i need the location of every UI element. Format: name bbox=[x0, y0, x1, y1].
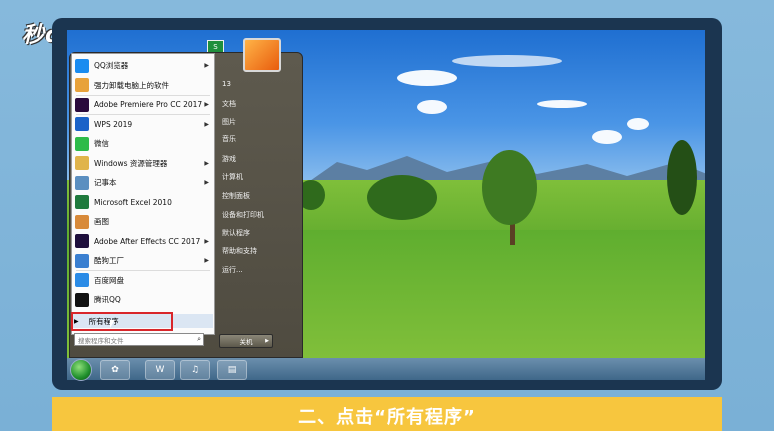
program-label: 酷狗工厂 bbox=[94, 256, 124, 265]
submenu-arrow-icon[interactable]: ▶ bbox=[204, 101, 209, 108]
shutdown-button[interactable]: 关机 ▶ bbox=[219, 334, 273, 348]
submenu-arrow-icon[interactable]: ▶ bbox=[204, 257, 209, 264]
program-label: Microsoft Excel 2010 bbox=[94, 197, 172, 207]
cloud bbox=[537, 100, 587, 108]
submenu-arrow-icon[interactable]: ▶ bbox=[204, 238, 209, 245]
premiere-icon bbox=[75, 97, 89, 112]
program-label: 微信 bbox=[94, 139, 109, 148]
all-programs-item[interactable]: ▶ 所有程序 bbox=[71, 312, 213, 331]
qq-icon bbox=[75, 292, 89, 307]
start-menu-link[interactable]: 运行... bbox=[222, 265, 243, 275]
search-icon: ⌕ bbox=[197, 335, 201, 343]
program-item[interactable]: 酷狗工厂 ▶ bbox=[72, 251, 214, 270]
factory-icon bbox=[75, 253, 89, 268]
program-item[interactable]: 腾讯QQ bbox=[72, 290, 214, 309]
start-menu-link[interactable]: 文档 bbox=[222, 99, 236, 109]
separator bbox=[76, 114, 210, 115]
program-item[interactable]: 微信 bbox=[72, 134, 214, 153]
folder-taskbar-icon[interactable]: ▤ bbox=[217, 360, 247, 380]
start-menu-link[interactable]: 图片 bbox=[222, 117, 236, 127]
program-item[interactable]: WPS 2019 ▶ bbox=[72, 115, 214, 134]
user-avatar[interactable] bbox=[243, 38, 281, 72]
tree bbox=[367, 175, 437, 220]
highlight-box bbox=[71, 312, 173, 331]
program-item[interactable]: Adobe After Effects CC 2017 ▶ bbox=[72, 232, 214, 251]
start-menu-link[interactable]: 默认程序 bbox=[222, 228, 250, 238]
program-label: 强力卸载电脑上的软件 bbox=[94, 80, 169, 90]
wps-icon bbox=[75, 117, 89, 131]
program-label: Windows 资源管理器 bbox=[94, 158, 168, 168]
program-label: 画图 bbox=[94, 217, 109, 226]
baidu-netdisk-icon bbox=[75, 273, 89, 287]
chevron-right-icon[interactable]: ▶ bbox=[265, 338, 269, 344]
start-menu-link[interactable]: 控制面板 bbox=[222, 191, 250, 201]
cloud bbox=[397, 70, 457, 86]
program-label: Adobe Premiere Pro CC 2017 bbox=[94, 100, 203, 109]
program-label: 腾讯QQ bbox=[94, 295, 121, 304]
mouse-cursor bbox=[110, 320, 115, 328]
tree bbox=[667, 140, 697, 215]
program-label: WPS 2019 bbox=[94, 119, 133, 129]
program-item[interactable]: Windows 资源管理器 ▶ bbox=[72, 154, 214, 173]
wechat-icon bbox=[75, 136, 89, 151]
program-label: 百度网盘 bbox=[94, 275, 124, 285]
program-label: QQ浏览器 bbox=[94, 61, 129, 70]
start-menu-link[interactable]: 13 bbox=[222, 80, 231, 88]
program-item[interactable]: 强力卸载电脑上的软件 bbox=[72, 76, 214, 95]
paint-icon bbox=[75, 214, 89, 229]
program-label: Adobe After Effects CC 2017 bbox=[94, 236, 201, 246]
program-item[interactable]: 百度网盘 bbox=[72, 271, 214, 290]
program-item[interactable]: Adobe Premiere Pro CC 2017 ▶ bbox=[72, 95, 214, 114]
start-menu-link[interactable]: 音乐 bbox=[222, 134, 236, 144]
wps-taskbar-icon[interactable]: W bbox=[145, 360, 175, 380]
excel-icon bbox=[75, 195, 89, 209]
explorer-icon bbox=[75, 156, 89, 170]
cloud bbox=[417, 100, 447, 114]
search-placeholder: 搜索程序和文件 bbox=[78, 336, 124, 345]
search-input[interactable]: 搜索程序和文件 ⌕ bbox=[74, 333, 204, 346]
start-orb[interactable] bbox=[70, 359, 92, 381]
start-menu-link[interactable]: 游戏 bbox=[222, 154, 236, 164]
tree bbox=[482, 150, 537, 225]
after-effects-icon bbox=[75, 234, 89, 248]
program-item[interactable]: Microsoft Excel 2010 bbox=[72, 193, 214, 212]
notepad-icon bbox=[75, 175, 89, 190]
submenu-arrow-icon[interactable]: ▶ bbox=[204, 62, 209, 69]
program-item[interactable]: 画图 bbox=[72, 212, 214, 231]
uninstaller-icon bbox=[75, 78, 89, 92]
separator bbox=[76, 270, 210, 271]
program-item[interactable]: QQ浏览器 ▶ bbox=[72, 56, 214, 75]
shutdown-label: 关机 bbox=[239, 338, 253, 346]
qq-browser-icon bbox=[75, 58, 89, 73]
submenu-arrow-icon[interactable]: ▶ bbox=[204, 160, 209, 167]
separator bbox=[76, 95, 210, 96]
start-menu-link[interactable]: 计算机 bbox=[222, 172, 243, 182]
cloud bbox=[452, 55, 562, 67]
program-item[interactable]: 记事本 ▶ bbox=[72, 173, 214, 192]
cloud bbox=[627, 118, 649, 130]
music-taskbar-icon[interactable]: ♫ bbox=[180, 360, 210, 380]
cloud bbox=[592, 130, 622, 144]
taskbar-app-icon[interactable]: ✿ bbox=[100, 360, 130, 380]
programs-panel: QQ浏览器 ▶ 强力卸载电脑上的软件 Adobe Premiere Pro CC 20… bbox=[71, 53, 215, 335]
submenu-arrow-icon[interactable]: ▶ bbox=[204, 121, 209, 128]
start-menu-link[interactable]: 设备和打印机 bbox=[222, 210, 264, 220]
step-caption: 二、点击“所有程序” bbox=[298, 407, 476, 428]
submenu-arrow-icon[interactable]: ▶ bbox=[204, 179, 209, 186]
program-label: 记事本 bbox=[94, 178, 117, 187]
start-menu-link[interactable]: 帮助和支持 bbox=[222, 246, 257, 256]
